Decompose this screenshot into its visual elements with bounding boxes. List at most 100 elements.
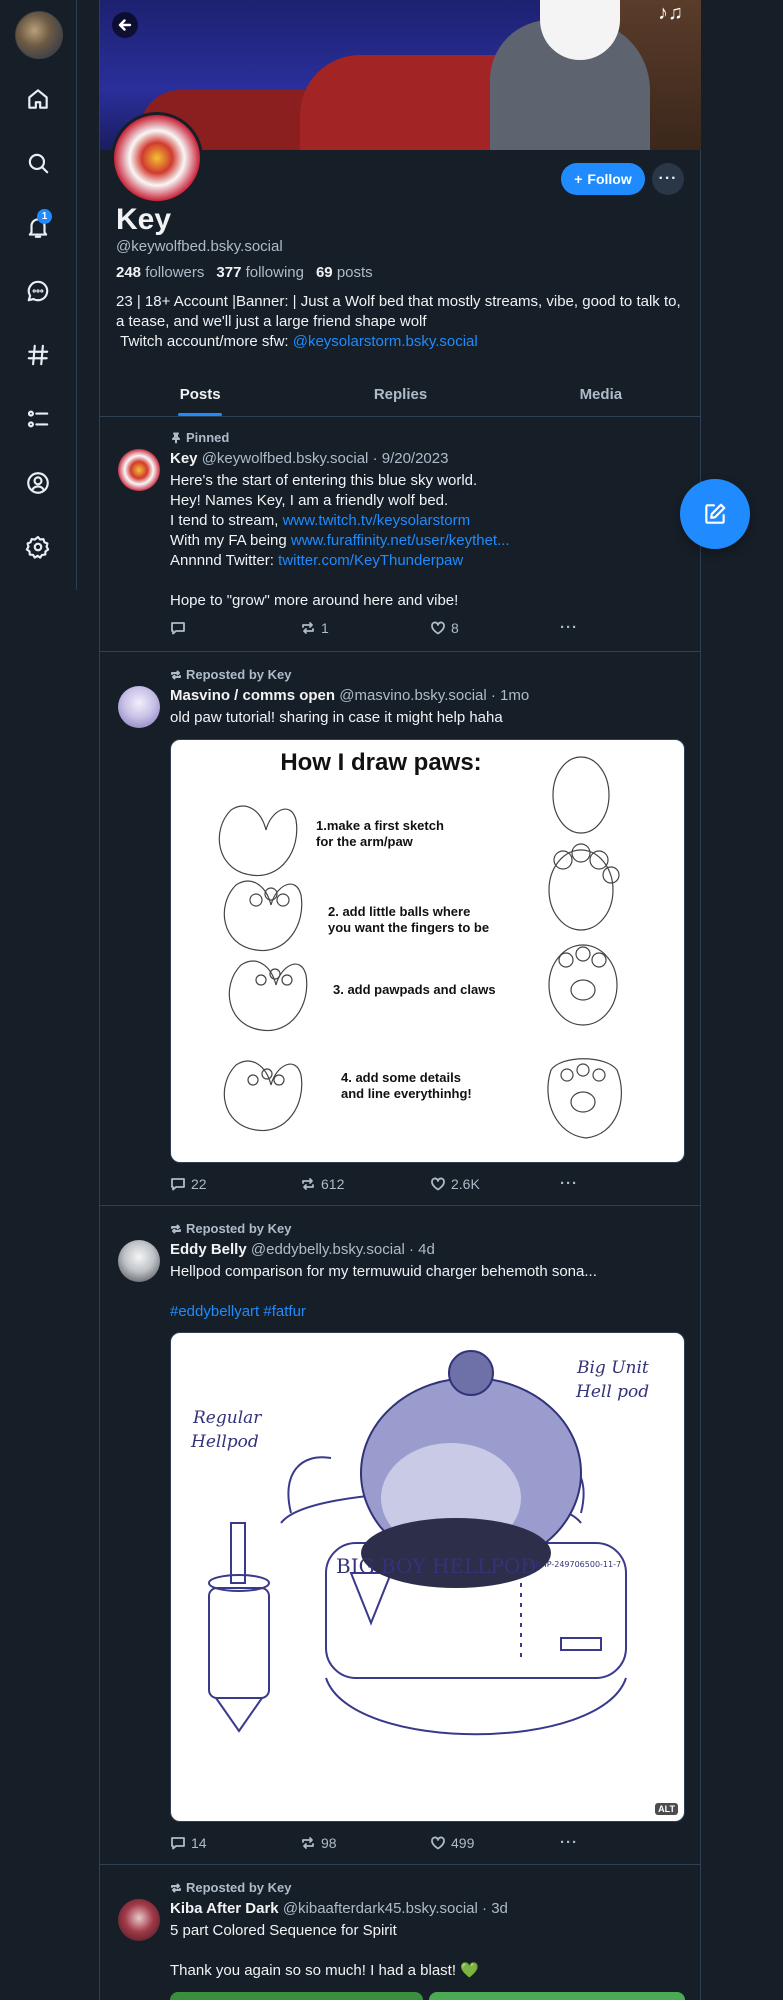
tab-media[interactable]: Media bbox=[501, 372, 701, 416]
twitch-link[interactable]: www.twitch.tv/keysolarstorm bbox=[283, 512, 471, 529]
profile-handle: @keywolfbed.bsky.social bbox=[116, 238, 283, 255]
post-author-avatar[interactable] bbox=[118, 1899, 160, 1941]
post-author-handle[interactable]: @eddybelly.bsky.social bbox=[251, 1241, 405, 1258]
post-more-button[interactable]: ··· bbox=[560, 619, 690, 636]
nav-chat-button[interactable] bbox=[16, 269, 60, 313]
hellpod-illustration: Regular Hellpod Big Unit Hell pod BIG BO… bbox=[190, 1350, 649, 1736]
repost-label: Reposted by Key bbox=[170, 1221, 291, 1236]
repost-button[interactable]: 1 bbox=[300, 620, 430, 636]
nav-notifications-button[interactable]: 1 bbox=[16, 205, 60, 249]
like-icon bbox=[431, 1836, 445, 1849]
post-actions: 22 612 2.6K ··· bbox=[170, 1175, 690, 1192]
nav-home-button[interactable] bbox=[16, 77, 60, 121]
bio-text: 23 | 18+ Account |Banner: | Just a Wolf … bbox=[116, 293, 685, 330]
post-more-button[interactable]: ··· bbox=[560, 1834, 690, 1851]
profile-tabs: Posts Replies Media bbox=[100, 372, 701, 417]
bio-mention-link[interactable]: @keysolarstorm.bsky.social bbox=[293, 333, 478, 350]
svg-text:Hell pod: Hell pod bbox=[575, 1382, 649, 1402]
nav-lists-button[interactable] bbox=[16, 397, 60, 441]
back-arrow-icon bbox=[118, 19, 132, 31]
following-stat[interactable]: 377 following bbox=[216, 264, 304, 281]
post-author-handle[interactable]: @masvino.bsky.social bbox=[339, 687, 487, 704]
bio-text-2: Twitch account/more sfw: bbox=[116, 333, 293, 350]
post-author-handle[interactable]: @keywolfbed.bsky.social bbox=[202, 450, 369, 467]
post-text-line: I tend to stream, bbox=[170, 512, 283, 529]
post-timestamp[interactable]: · 3d bbox=[482, 1900, 508, 1917]
profile-main-column: ♪♫ + Follow ··· Key @keywolfbed.bsky.soc… bbox=[99, 0, 701, 2000]
post-author-name[interactable]: Key bbox=[170, 450, 198, 467]
repost-button[interactable]: 612 bbox=[300, 1176, 430, 1192]
home-icon bbox=[28, 89, 48, 109]
back-button[interactable] bbox=[112, 12, 138, 38]
post-author-avatar[interactable] bbox=[118, 686, 160, 728]
follow-button[interactable]: + Follow bbox=[561, 163, 645, 195]
like-count: 2.6K bbox=[451, 1175, 480, 1192]
post-timestamp[interactable]: · 4d bbox=[409, 1241, 435, 1258]
pin-icon bbox=[172, 432, 180, 443]
repost-icon bbox=[171, 1224, 181, 1233]
post-author-avatar[interactable] bbox=[118, 1240, 160, 1282]
feed-post[interactable]: Reposted by Key Kiba After Dark @kibaaft… bbox=[100, 1865, 701, 2000]
furaffinity-link[interactable]: www.furaffinity.net/user/keythet... bbox=[291, 532, 510, 549]
feed-post[interactable]: Pinned Key @keywolfbed.bsky.social · 9/2… bbox=[100, 417, 701, 652]
followers-stat[interactable]: 248 followers bbox=[116, 264, 204, 281]
post-image-hellpod[interactable]: Regular Hellpod Big Unit Hell pod BIG BO… bbox=[170, 1332, 685, 1822]
post-body: Here's the start of entering this blue s… bbox=[170, 471, 690, 611]
post-timestamp[interactable]: · 9/20/2023 bbox=[373, 450, 449, 467]
notification-badge: 1 bbox=[37, 209, 52, 224]
svg-text:you want the fingers to be: you want the fingers to be bbox=[328, 920, 489, 935]
like-count: 499 bbox=[451, 1834, 475, 1851]
repost-button[interactable]: 98 bbox=[300, 1835, 430, 1851]
nav-search-button[interactable] bbox=[16, 141, 60, 185]
post-author-avatar[interactable] bbox=[118, 449, 160, 491]
post-author-name[interactable]: Kiba After Dark bbox=[170, 1900, 279, 1917]
reply-button[interactable]: 22 bbox=[170, 1176, 300, 1192]
post-image-paw-tutorial[interactable]: How I draw paws: 1.make a first sketch f… bbox=[170, 739, 685, 1163]
current-user-avatar[interactable] bbox=[15, 11, 63, 59]
post-more-button[interactable]: ··· bbox=[560, 1175, 690, 1192]
post-image-thumbnail[interactable] bbox=[429, 1992, 685, 2000]
post-image-thumbnail[interactable] bbox=[170, 1992, 423, 2000]
nav-profile-button[interactable] bbox=[16, 461, 60, 505]
post-hashtags[interactable]: #eddybellyart #fatfur bbox=[170, 1302, 690, 1322]
tab-posts[interactable]: Posts bbox=[100, 372, 300, 416]
tab-replies[interactable]: Replies bbox=[300, 372, 500, 416]
svg-text:Hellpod: Hellpod bbox=[190, 1432, 259, 1452]
post-header: Eddy Belly @eddybelly.bsky.social · 4d bbox=[170, 1241, 690, 1258]
svg-text:How I draw paws:: How I draw paws: bbox=[280, 749, 481, 776]
repost-icon bbox=[302, 1177, 314, 1190]
post-text-line: Hey! Names Key, I am a friendly wolf bed… bbox=[170, 492, 449, 509]
post-author-name[interactable]: Eddy Belly bbox=[170, 1241, 247, 1258]
like-button[interactable]: 8 bbox=[430, 620, 560, 636]
feed-post[interactable]: Reposted by Key Eddy Belly @eddybelly.bs… bbox=[100, 1206, 701, 1865]
post-body: Hellpod comparison for my termuwuid char… bbox=[170, 1262, 690, 1322]
like-button[interactable]: 2.6K bbox=[430, 1176, 560, 1192]
like-button[interactable]: 499 bbox=[430, 1835, 560, 1851]
post-actions: 14 98 499 ··· bbox=[170, 1834, 690, 1851]
nav-feeds-button[interactable] bbox=[16, 333, 60, 377]
post-header: Key @keywolfbed.bsky.social · 9/20/2023 bbox=[170, 450, 690, 467]
repost-icon bbox=[171, 1883, 181, 1892]
paw-tutorial-illustration: How I draw paws: 1.make a first sketch f… bbox=[218, 749, 622, 1139]
post-timestamp[interactable]: · 1mo bbox=[491, 687, 529, 704]
twitter-link[interactable]: twitter.com/KeyThunderpaw bbox=[278, 552, 463, 569]
reply-button[interactable] bbox=[170, 620, 300, 636]
profile-more-button[interactable]: ··· bbox=[652, 163, 684, 195]
post-author-handle[interactable]: @kibaafterdark45.bsky.social bbox=[283, 1900, 478, 1917]
like-icon bbox=[431, 621, 445, 634]
post-text-line bbox=[170, 571, 690, 591]
svg-text:#BBHP-249706500-11-7: #BBHP-249706500-11-7 bbox=[523, 1560, 621, 1569]
compose-icon bbox=[705, 503, 726, 524]
post-actions: 1 8 ··· bbox=[170, 619, 690, 636]
compose-post-button[interactable] bbox=[680, 479, 750, 549]
alt-text-badge[interactable]: ALT bbox=[655, 1803, 678, 1815]
reply-count: 14 bbox=[191, 1834, 207, 1851]
profile-avatar[interactable] bbox=[111, 112, 203, 204]
post-text-line: 5 part Colored Sequence for Spirit bbox=[170, 1922, 397, 1939]
feed-post[interactable]: Reposted by Key Masvino / comms open @ma… bbox=[100, 652, 701, 1206]
list-icon bbox=[27, 410, 49, 428]
nav-settings-button[interactable] bbox=[16, 525, 60, 569]
reply-button[interactable]: 14 bbox=[170, 1835, 300, 1851]
hashtag-icon bbox=[27, 344, 49, 366]
post-author-name[interactable]: Masvino / comms open bbox=[170, 687, 335, 704]
